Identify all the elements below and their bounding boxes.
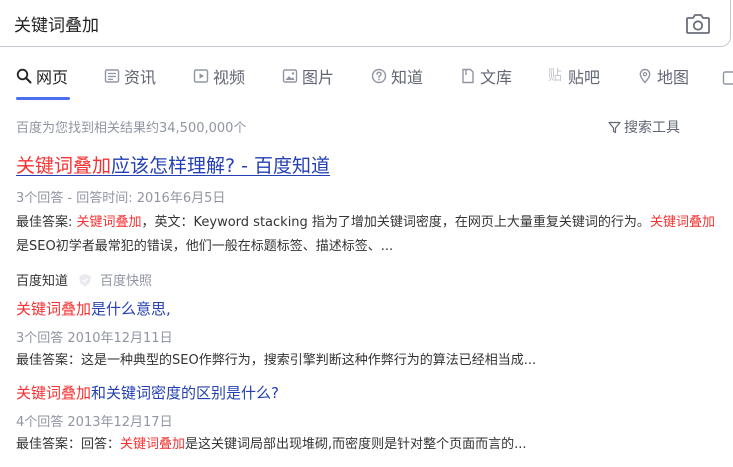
more-tabs-icon[interactable] — [722, 70, 733, 86]
search-input[interactable] — [14, 13, 614, 33]
main-result-title-link[interactable]: 关键词叠加应该怎样理解? - 百度知道 — [16, 151, 330, 178]
title-highlight: 关键词叠加 — [16, 155, 112, 177]
tab-label: 视频 — [213, 68, 246, 87]
source-row: 百度知道 百度快照 — [16, 270, 152, 289]
image-icon — [282, 69, 298, 83]
question-icon — [371, 68, 387, 84]
tab-label: 贴吧 — [568, 68, 601, 87]
search-tools-button[interactable]: 搜索工具 — [608, 117, 680, 137]
main-result-abstract: 最佳答案: 关键词叠加，英文：Keyword stacking 指为了增加关键词… — [16, 211, 716, 259]
abstract-highlight: 关键词叠加 — [76, 215, 142, 230]
sub-result-abstract: 最佳答案：回答：关键词叠加是这关键词局部出现堆砌,而密度则是针对整个页面而言的.… — [16, 433, 716, 457]
snapshot-link[interactable]: 百度快照 — [100, 270, 152, 289]
title-rest: 是什么意思, — [91, 300, 171, 318]
verified-shield-icon — [79, 273, 91, 286]
document-icon — [462, 68, 474, 84]
tab-label: 网页 — [36, 68, 69, 87]
abstract-text: 是这关键词局部出现堆砌,而密度则是针对整个页面而言的... — [185, 437, 527, 452]
title-rest: 和关键词密度的区别是什么? — [91, 384, 279, 402]
tab-label: 资讯 — [124, 68, 157, 87]
tab-wenku[interactable]: 文库 — [460, 64, 512, 88]
tab-video[interactable]: 视频 — [193, 64, 245, 88]
title-rest: 应该怎样理解? - 百度知道 — [111, 155, 331, 177]
tab-label: 地图 — [657, 68, 690, 87]
search-box — [0, 0, 731, 47]
sub-result-meta: 3个回答 2010年12月11日 — [16, 331, 173, 346]
active-tab-indicator — [16, 97, 70, 100]
main-result-meta: 3个回答 - 回答时间: 2016年6月5日 — [16, 191, 226, 206]
abstract-text: 最佳答案：这是一种典型的SEO作弊行为，搜索引擎判断这种作弊行为的算法已经相当成… — [16, 353, 537, 368]
tab-news[interactable]: 资讯 — [104, 64, 156, 88]
tab-web[interactable]: 网页 — [16, 64, 68, 88]
sub-result-title-link[interactable]: 关键词叠加是什么意思, — [16, 298, 171, 319]
sub-result-abstract: 最佳答案：这是一种典型的SEO作弊行为，搜索引擎判断这种作弊行为的算法已经相当成… — [16, 349, 716, 373]
camera-icon[interactable] — [685, 13, 711, 35]
tab-map[interactable]: 地图 — [637, 64, 689, 88]
result-count: 百度为您找到相关结果约34,500,000个 — [16, 121, 247, 136]
sub-result-meta: 4个回答 2013年12月17日 — [16, 415, 173, 430]
abstract-highlight: 关键词叠加 — [120, 437, 186, 452]
title-highlight: 关键词叠加 — [16, 384, 92, 402]
search-tools-label: 搜索工具 — [624, 120, 680, 136]
search-icon — [16, 68, 32, 84]
abstract-text: ，英文：Keyword stacking 指为了增加关键词密度，在网页上大量重复… — [141, 215, 650, 230]
tab-tieba[interactable]: 贴 贴吧 — [548, 64, 600, 88]
tab-zhidao[interactable]: 知道 — [371, 64, 423, 88]
source-name[interactable]: 百度知道 — [16, 270, 68, 289]
tab-images[interactable]: 图片 — [282, 64, 334, 88]
map-pin-icon — [639, 68, 651, 84]
abstract-text: 是SEO初学者最常犯的错误，他们一般在标题标签、描述标签、... — [16, 239, 394, 254]
tab-label: 知道 — [391, 68, 424, 87]
tab-label: 文库 — [480, 68, 513, 87]
sub-result-title-link[interactable]: 关键词叠加和关键词密度的区别是什么? — [16, 382, 279, 403]
abstract-text: 最佳答案: — [16, 215, 77, 230]
title-highlight: 关键词叠加 — [16, 300, 92, 318]
tab-bar: 网页 资讯 视频 图片 知道 文库 贴 贴吧 地图 — [0, 64, 733, 100]
abstract-text: 最佳答案：回答： — [16, 437, 121, 452]
filter-icon — [608, 121, 621, 133]
news-icon — [104, 69, 120, 83]
abstract-highlight: 关键词叠加 — [649, 215, 715, 230]
tab-label: 图片 — [302, 68, 335, 87]
video-icon — [193, 69, 209, 83]
tieba-icon: 贴 — [548, 68, 562, 84]
